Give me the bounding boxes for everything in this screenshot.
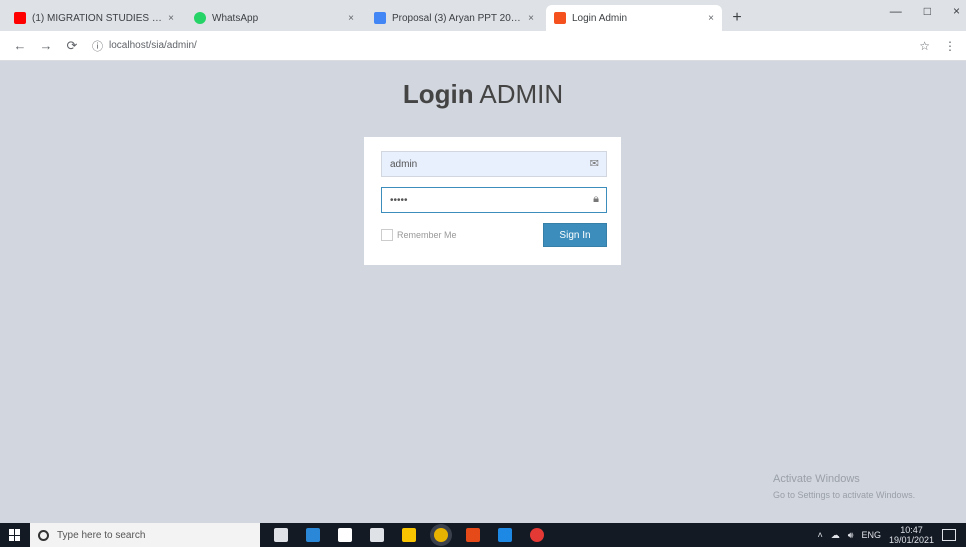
back-arrow-icon[interactable]: ← (10, 38, 30, 53)
tab-title: Login Admin (572, 12, 628, 24)
login-page: Login ADMIN admin ✉ ••••• 🔒︎ Remember Me… (8, 61, 958, 523)
browser-tab[interactable]: WhatsApp × (186, 5, 362, 31)
forward-arrow-icon[interactable]: → (36, 38, 56, 53)
username-field[interactable]: admin ✉ (381, 151, 607, 177)
chrome-icon[interactable] (434, 528, 448, 542)
whatsapp-favicon-icon (194, 12, 206, 24)
username-value: admin (390, 158, 418, 170)
sign-in-button[interactable]: Sign In (543, 223, 607, 247)
address-text: localhost/sia/admin/ (109, 40, 197, 51)
clock-date: 19/01/2021 (888, 535, 934, 545)
browser-tab[interactable]: Proposal (3) Aryan PPT 2021 copy... × (366, 5, 542, 31)
notification-icon[interactable] (942, 529, 956, 541)
tab-title: Proposal (3) Aryan PPT 2021 copy... (392, 12, 524, 24)
browser-tab-active[interactable]: Login Admin × (546, 5, 722, 31)
logo-bold: Login (402, 79, 474, 109)
star-icon[interactable]: ☆ (919, 39, 930, 53)
close-tab-icon[interactable]: × (168, 13, 174, 24)
tab-title: (1) MIGRATION STUDIES R&D ... (32, 12, 164, 24)
browser-tab-strip: (1) MIGRATION STUDIES R&D ... × WhatsApp… (0, 0, 966, 31)
browser-tab[interactable]: (1) MIGRATION STUDIES R&D ... × (6, 5, 182, 31)
close-tab-icon[interactable]: × (528, 13, 534, 24)
login-box: admin ✉ ••••• 🔒︎ Remember Me Sign In (364, 137, 621, 265)
password-value: ••••• (390, 194, 408, 206)
taskbar-apps (274, 528, 544, 542)
task-view-icon[interactable] (274, 528, 288, 542)
youtube-favicon-icon (14, 12, 26, 24)
taskbar-search[interactable]: Type here to search (30, 523, 260, 547)
office-icon[interactable] (466, 528, 480, 542)
logo-rest: ADMIN (473, 79, 564, 109)
toolbar-icons: ☆ ⋮ (919, 39, 956, 53)
start-button[interactable] (0, 523, 30, 547)
slides-favicon-icon (374, 12, 386, 24)
remember-me-checkbox[interactable]: Remember Me (381, 229, 457, 241)
language-indicator[interactable]: ENG (861, 530, 881, 540)
menu-icon[interactable]: ⋮ (944, 39, 956, 53)
network-icon[interactable]: ☁ (831, 530, 840, 541)
page-favicon-icon (554, 12, 566, 24)
browser-toolbar: ← → ⟳ ⓘ localhost/sia/admin/ ☆ ⋮ (0, 31, 966, 61)
reload-icon[interactable]: ⟳ (62, 38, 82, 54)
password-field[interactable]: ••••• 🔒︎ (381, 187, 607, 213)
tab-title: WhatsApp (212, 12, 259, 24)
close-window-icon[interactable]: × (953, 4, 960, 18)
windows-taskbar: Type here to search ˄ ☁ 🔊︎ ENG 10:47 19/… (0, 523, 966, 547)
volume-icon[interactable]: 🔊︎ (848, 530, 854, 541)
new-tab-button[interactable]: + (726, 9, 748, 27)
activate-windows-watermark: Activate Windows Go to Settings to activ… (773, 471, 915, 503)
clock-time: 10:47 (900, 525, 923, 535)
edge-icon[interactable] (306, 528, 320, 542)
photos-icon[interactable] (498, 528, 512, 542)
login-actions: Remember Me Sign In (381, 223, 607, 247)
login-logo[interactable]: Login ADMIN (8, 79, 958, 110)
mail-icon[interactable] (370, 528, 384, 542)
watermark-subtitle: Go to Settings to activate Windows. (773, 490, 916, 500)
app-icon[interactable] (530, 528, 544, 542)
windows-logo-icon (9, 529, 21, 541)
info-icon[interactable]: ⓘ (92, 38, 103, 54)
window-controls: — □ × (890, 4, 960, 18)
lock-icon: 🔒︎ (593, 193, 599, 205)
remember-me-label: Remember Me (397, 230, 457, 240)
system-tray: ˄ ☁ 🔊︎ ENG 10:47 19/01/2021 (818, 525, 966, 545)
search-placeholder: Type here to search (57, 529, 146, 541)
minimize-icon[interactable]: — (890, 4, 902, 18)
close-tab-icon[interactable]: × (348, 13, 354, 24)
address-bar[interactable]: ⓘ localhost/sia/admin/ (88, 35, 919, 57)
file-explorer-icon[interactable] (402, 528, 416, 542)
watermark-title: Activate Windows (773, 473, 860, 485)
cortana-icon (38, 529, 49, 541)
maximize-icon[interactable]: □ (924, 4, 931, 18)
clock[interactable]: 10:47 19/01/2021 (889, 525, 934, 545)
close-tab-icon[interactable]: × (708, 13, 714, 24)
envelope-icon: ✉ (589, 158, 599, 170)
chevron-up-icon[interactable]: ˄ (818, 530, 823, 540)
store-icon[interactable] (338, 528, 352, 542)
checkbox[interactable] (381, 229, 393, 241)
